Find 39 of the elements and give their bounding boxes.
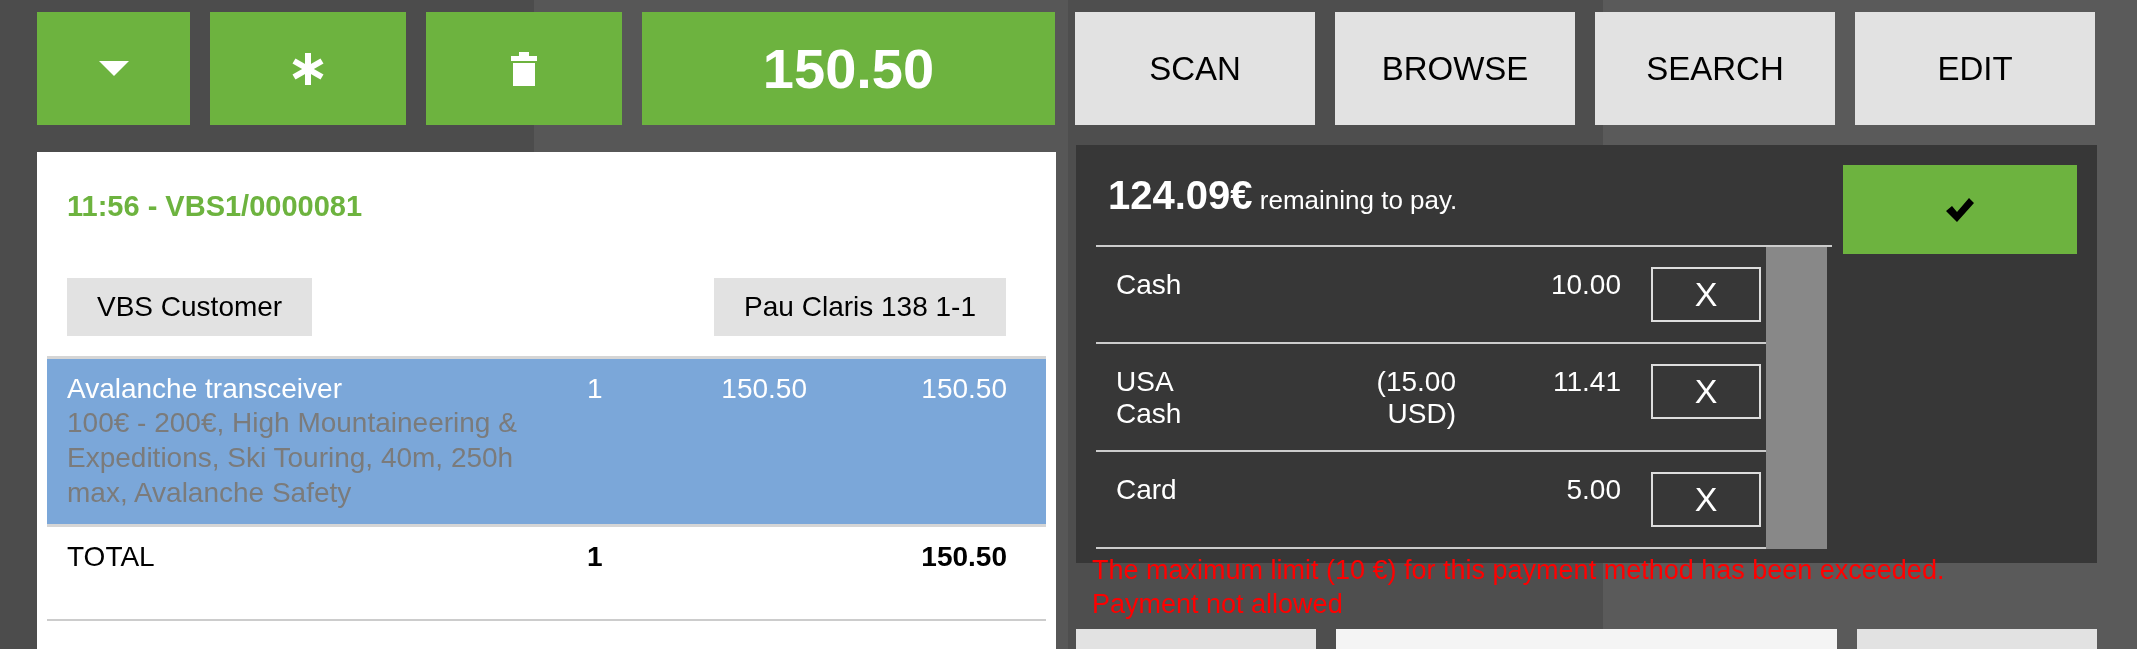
remove-button[interactable]: X xyxy=(1651,472,1761,527)
action-button[interactable]: BROWSE xyxy=(1335,12,1575,125)
checkmark-icon xyxy=(1946,197,1975,222)
customer-button[interactable]: VBS Customer xyxy=(67,278,313,336)
dropdown-button[interactable] xyxy=(37,12,190,125)
asterisk-icon xyxy=(291,51,325,86)
remaining-text: 124.09€ remaining to pay. xyxy=(1107,172,1459,219)
button[interactable] xyxy=(1336,629,1837,649)
payment-method: USA Cash xyxy=(1116,366,1183,430)
caret-icon xyxy=(98,60,129,77)
payment-method: Cash xyxy=(1116,269,1183,301)
button[interactable] xyxy=(1857,629,2097,649)
scrollbar[interactable] xyxy=(1766,247,1827,549)
error-message: The maximum limit (10 €) for this payment method has been exceeded. Payment not allowed xyxy=(1092,554,1946,621)
total-amount: 150.50 xyxy=(920,541,1007,574)
remove-button[interactable]: X xyxy=(1651,267,1761,322)
asterisk-button[interactable] xyxy=(210,12,406,125)
button[interactable] xyxy=(1076,629,1316,649)
payment-amount: 10.00 xyxy=(1549,269,1621,301)
payment-method: Card xyxy=(1116,474,1178,506)
product-name: Avalanche transceiver xyxy=(67,373,343,405)
payment-amount: 5.00 xyxy=(1565,474,1621,506)
line-total: 150.50 xyxy=(920,373,1007,406)
product-details: 100€ - 200€, High Mountaineering & Expeditions, Ski Touring, 40m, 250h max, Avalanche Safety xyxy=(67,406,518,510)
unit-price: 150.50 xyxy=(720,373,807,406)
foreign-amount: (15.00 USD) xyxy=(1375,366,1456,430)
confirm-button[interactable] xyxy=(1843,165,2077,254)
remove-button[interactable]: X xyxy=(1651,364,1761,419)
action-button[interactable]: EDIT xyxy=(1855,12,2095,125)
payment-amount: 11.41 xyxy=(1552,366,1621,398)
receipt-title: 11:56 - VBS1/0000081 xyxy=(66,189,364,224)
quantity: 1 xyxy=(587,373,604,406)
total-quantity: 1 xyxy=(587,541,604,574)
action-button[interactable]: SEARCH xyxy=(1595,12,1835,125)
delete-button[interactable] xyxy=(426,12,622,125)
address-button[interactable]: Pau Claris 138 1-1 xyxy=(714,278,1006,336)
action-button[interactable]: SCAN xyxy=(1075,12,1315,125)
trash-icon xyxy=(511,51,537,86)
total-label: TOTAL xyxy=(67,541,156,574)
